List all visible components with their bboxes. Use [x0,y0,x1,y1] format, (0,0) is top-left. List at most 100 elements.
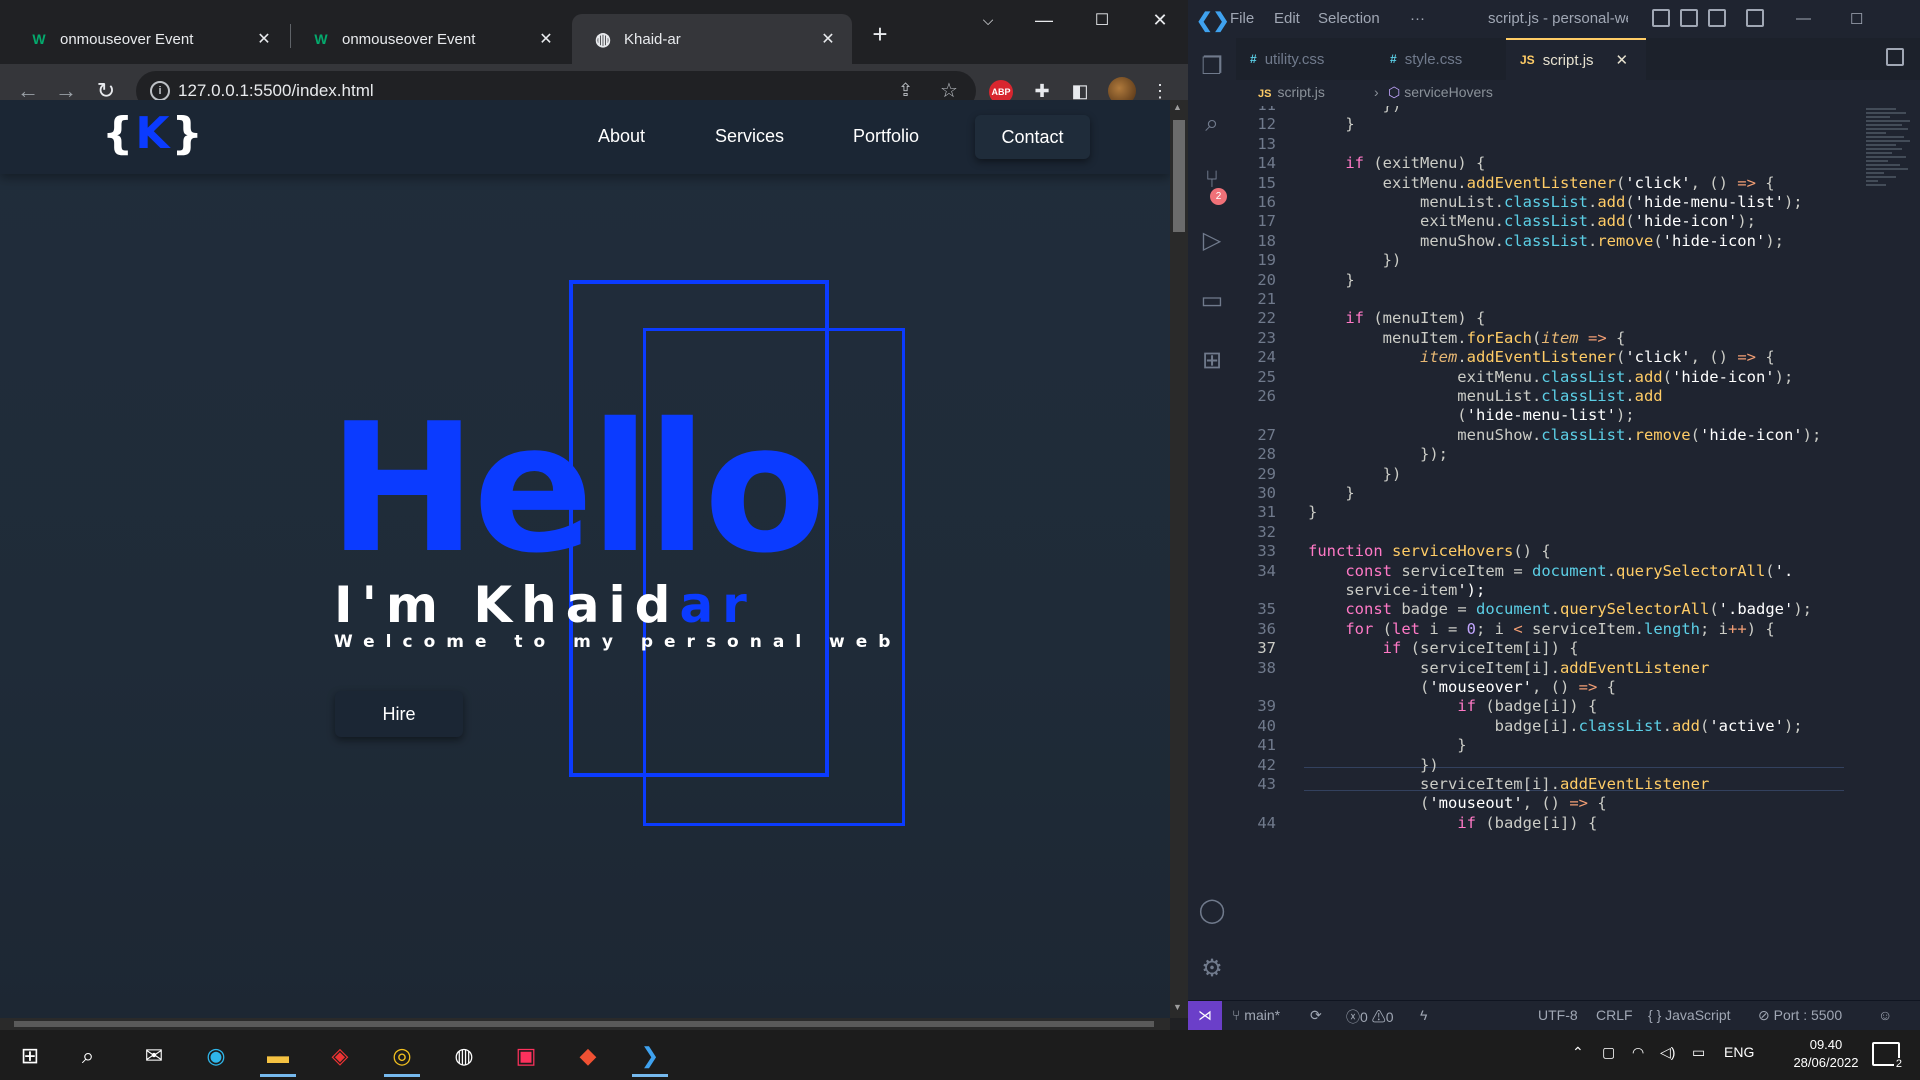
page-vertical-scrollbar[interactable]: ▲ ▼ [1170,100,1188,1018]
error-count: 0 [1360,1009,1368,1025]
wifi-icon[interactable]: ◠ [1632,1044,1644,1061]
new-tab-button[interactable]: + [866,19,894,49]
site-navbar: {K} About Services Portfolio Contact [0,100,1170,174]
toggle-panel-icon[interactable] [1680,9,1698,27]
breadcrumb-symbol[interactable]: ⬡ serviceHovers [1388,84,1493,101]
breadcrumb-symbol-label: serviceHovers [1404,84,1493,100]
encoding-indicator[interactable]: UTF-8 [1538,1007,1578,1023]
system-clock[interactable]: 09.40 28/06/2022 [1786,1036,1866,1072]
logo-brace-close: } [171,108,205,159]
share-icon[interactable]: ⇪ [898,80,913,101]
toggle-sidebar-icon[interactable] [1652,9,1670,27]
battery-icon[interactable]: ▭ [1692,1044,1705,1061]
game-app-icon[interactable]: ◈ [314,1035,366,1077]
web-page-viewport: {K} About Services Portfolio Contact Hel… [0,100,1170,1018]
notification-center-icon[interactable]: 2 [1872,1042,1904,1070]
close-tab-icon[interactable]: ✕ [818,29,838,49]
window-title: script.js - personal-we... [1488,10,1628,27]
tray-device-icon[interactable]: ▢ [1602,1044,1615,1061]
tab-label: script.js [1542,51,1594,69]
intro-name-accent: ar [679,576,756,634]
minimize-button[interactable]: — [1024,4,1064,36]
scrollbar-thumb[interactable] [1173,120,1185,232]
maximize-button[interactable]: ☐ [1850,10,1863,28]
eol-indicator[interactable]: CRLF [1596,1007,1633,1023]
close-tab-icon[interactable]: ✕ [254,29,274,49]
sync-icon[interactable]: ⟳ [1310,1007,1322,1024]
close-tab-icon[interactable]: ✕ [1616,51,1629,69]
live-server-port[interactable]: ⊘ Port : 5500 [1758,1007,1842,1024]
code-line[interactable]: 44 if (badge[i]) { [1236,811,1876,835]
remote-indicator-icon[interactable]: ⋊ [1188,1001,1222,1030]
branch-icon: ⑂ [1232,1007,1245,1023]
customize-layout-icon[interactable] [1746,9,1764,27]
browser-tab-3-active[interactable]: ◍ Khaid-ar ✕ [572,14,852,64]
feedback-icon[interactable]: ☺ [1878,1007,1892,1023]
browser-tab-1[interactable]: W onmouseover Event ✕ [8,14,288,64]
tab-search-chevron-icon[interactable]: ⌵ [968,4,1008,36]
language-indicator[interactable]: { } JavaScript [1648,1007,1731,1023]
notification-count: 2 [1893,1058,1904,1070]
toggle-secondary-sidebar-icon[interactable] [1708,9,1726,27]
line-code[interactable]: if (badge[i]) { [1308,811,1597,835]
symbol-method-icon: ⬡ [1388,84,1401,100]
url-text[interactable]: 127.0.0.1:5500/index.html [178,81,374,101]
scrollbar-thumb[interactable] [14,1021,1154,1027]
port-label: Port : 5500 [1773,1007,1843,1023]
nav-link-portfolio[interactable]: Portfolio [853,126,919,147]
accounts-icon[interactable]: ◯ [1196,894,1228,926]
explorer-icon[interactable]: ❐ [1196,50,1228,82]
lightning-icon[interactable]: ϟ [1420,1007,1427,1023]
split-editor-icon[interactable] [1886,48,1904,66]
scroll-down-arrow-icon[interactable]: ▼ [1173,1002,1182,1012]
editor-tab-utility-css[interactable]: # utility.css [1236,38,1374,80]
editor-tabs: # utility.css # style.css JS script.js ✕ [1236,38,1920,80]
windows-start-icon[interactable]: ⊞ [4,1035,56,1077]
search-icon[interactable]: ⌕ [62,1035,114,1077]
file-explorer-icon[interactable]: ▬ [252,1035,304,1077]
git-kraken-icon[interactable]: ◆ [562,1035,614,1077]
logo-letter: K [135,108,172,159]
close-window-button[interactable]: ✕ [1140,4,1180,36]
menu-selection[interactable]: Selection [1318,10,1380,27]
problems-indicator[interactable]: ⓧ0 ⚠0 [1346,1007,1393,1027]
input-language[interactable]: ENG [1724,1044,1754,1060]
maximize-button[interactable]: ☐ [1082,4,1122,36]
menu-more[interactable]: ··· [1410,10,1425,27]
nav-link-about[interactable]: About [598,126,645,147]
remote-explorer-icon[interactable]: ▭ [1196,284,1228,316]
page-horizontal-scrollbar[interactable] [0,1018,1170,1030]
extensions-icon[interactable]: ⊞ [1196,344,1228,376]
git-branch[interactable]: ⑂ main* [1232,1007,1280,1023]
scroll-up-arrow-icon[interactable]: ▲ [1173,102,1182,112]
mail-icon[interactable]: ✉ [128,1035,180,1077]
vscode-titlebar: ❮❯ File Edit Selection ··· script.js - p… [1188,0,1920,38]
obs-icon[interactable]: ◍ [438,1035,490,1077]
chrome-icon[interactable]: ◎ [376,1035,428,1077]
editor-tab-script-js[interactable]: JS script.js ✕ [1506,38,1646,80]
nav-link-services[interactable]: Services [715,126,784,147]
error-icon: ⓧ [1346,1009,1360,1025]
minimize-button[interactable]: — [1796,10,1811,27]
editor-tab-style-css[interactable]: # style.css [1376,38,1504,80]
hire-button[interactable]: Hire [335,691,463,737]
edge-browser-icon[interactable]: ◉ [190,1035,242,1077]
code-editor[interactable]: 11 })12 }1314 if (exitMenu) {15 exitMenu… [1236,106,1920,1000]
site-info-icon[interactable]: i [150,81,170,101]
minimap[interactable] [1866,108,1912,228]
settings-gear-icon[interactable]: ⚙ [1196,952,1228,984]
intellij-icon[interactable]: ▣ [500,1035,552,1077]
search-icon[interactable]: ⌕ [1196,108,1228,140]
tray-overflow-chevron-icon[interactable]: ⌃ [1572,1044,1584,1061]
volume-icon[interactable]: ◁) [1660,1044,1675,1061]
vscode-taskbar-icon[interactable]: ❯ [624,1035,676,1077]
close-tab-icon[interactable]: ✕ [536,29,556,49]
run-debug-icon[interactable]: ▷ [1196,224,1228,256]
menu-file[interactable]: File [1230,10,1254,27]
menu-edit[interactable]: Edit [1274,10,1300,27]
warning-icon: ⚠ [1371,1009,1386,1025]
contact-button[interactable]: Contact [975,115,1090,159]
site-logo[interactable]: {K} [102,108,205,159]
browser-tab-2[interactable]: W onmouseover Event ✕ [290,14,570,64]
breadcrumb-file[interactable]: JS script.js [1258,84,1325,100]
